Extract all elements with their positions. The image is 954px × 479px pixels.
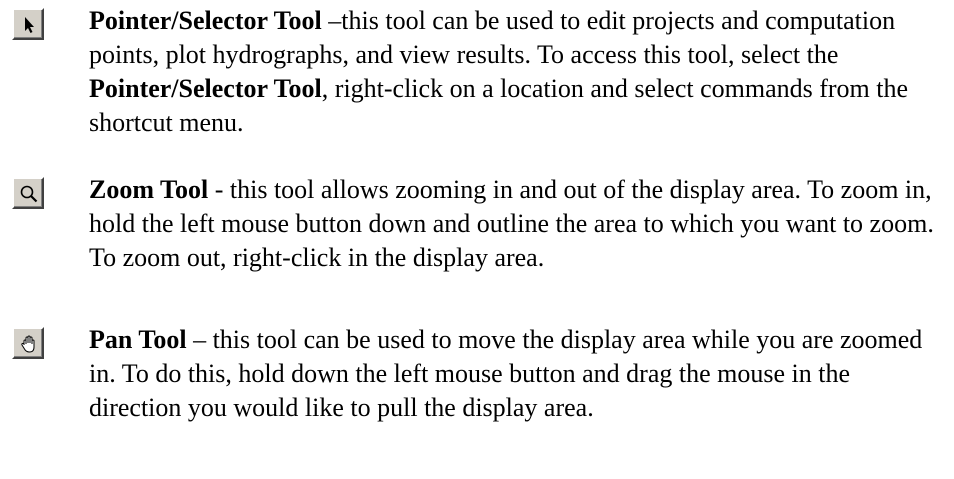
tool-name-inline: Pointer/Selector Tool xyxy=(89,74,322,103)
zoom-tool-description: Zoom Tool - this tool allows zooming in … xyxy=(89,173,944,275)
tool-description: – this tool can be used to move the disp… xyxy=(89,325,923,422)
pointer-tool-button[interactable] xyxy=(12,8,44,40)
tool-description: - this tool allows zooming in and out of… xyxy=(89,175,934,272)
magnifier-icon xyxy=(20,185,38,203)
tool-name: Pointer/Selector Tool xyxy=(89,6,322,35)
pointer-arrow-icon xyxy=(25,17,34,33)
pan-tool-button[interactable] xyxy=(12,327,44,359)
pointer-tool-description: Pointer/Selector Tool –this tool can be … xyxy=(89,4,944,140)
zoom-tool-button[interactable] xyxy=(12,177,44,209)
pan-tool-description: Pan Tool – this tool can be used to move… xyxy=(89,323,944,425)
hand-icon xyxy=(21,335,35,353)
tool-name: Pan Tool xyxy=(89,325,187,354)
tool-name: Zoom Tool xyxy=(89,175,209,204)
